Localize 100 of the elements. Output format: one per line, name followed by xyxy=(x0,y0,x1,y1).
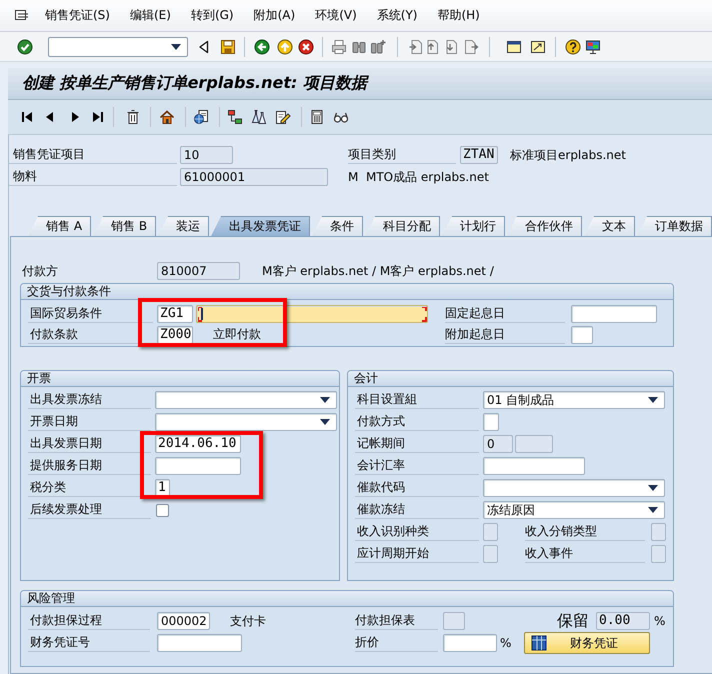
pencil-document-icon[interactable] xyxy=(275,109,291,125)
display-field: 61000001 xyxy=(180,168,328,186)
display-field: 0.00 xyxy=(596,612,650,630)
binoculars-plus-icon[interactable] xyxy=(370,38,386,54)
field-label: 提供服务日期 xyxy=(29,457,102,474)
input-field[interactable] xyxy=(483,457,585,475)
description-text: 标准项目erplabs.net xyxy=(510,146,626,164)
tab[interactable]: 条件 xyxy=(312,216,364,236)
accounting-document-button[interactable]: 财务凭证 xyxy=(524,632,650,654)
input-field[interactable] xyxy=(155,457,241,475)
caret-icon xyxy=(648,507,658,513)
field-label: 应计周期开始 xyxy=(356,545,429,562)
globe-document-icon[interactable] xyxy=(193,109,209,125)
dropdown-field[interactable] xyxy=(155,413,337,431)
field-label: 收入事件 xyxy=(525,545,573,562)
tab[interactable]: 装运 xyxy=(158,216,210,236)
menu-item[interactable]: 编辑(E) xyxy=(120,6,181,26)
menu-item[interactable]: 环境(V) xyxy=(305,6,367,26)
field-label: 国际贸易条件 xyxy=(29,304,102,322)
monitor-icon[interactable] xyxy=(585,38,601,54)
unit-label: % xyxy=(500,636,512,650)
arrow-left-circle-icon[interactable] xyxy=(254,38,270,54)
skip-last-icon[interactable] xyxy=(90,109,106,125)
help-icon[interactable] xyxy=(565,38,581,54)
page-arrow-icon[interactable] xyxy=(425,38,441,54)
command-field[interactable] xyxy=(48,36,188,56)
hierarchy-icon[interactable] xyxy=(227,109,243,125)
group-title: 交货与付款条件 xyxy=(21,284,673,300)
input-field[interactable] xyxy=(571,304,657,322)
dropdown-field[interactable] xyxy=(483,479,665,497)
menu-item[interactable]: 附加(A) xyxy=(244,6,306,26)
flask-icon[interactable] xyxy=(251,109,267,125)
field-label: 付款条款 xyxy=(29,326,78,342)
menu-item[interactable]: 帮助(H) xyxy=(427,6,490,26)
input-field[interactable]: 2014.06.10 xyxy=(155,435,241,453)
group-title: 风险管理 xyxy=(21,591,673,607)
checkbox[interactable] xyxy=(156,504,169,516)
description-text: M MTO成品 erplabs.net xyxy=(348,168,489,186)
unit-label: % xyxy=(654,614,666,628)
field-label: 付款方 xyxy=(22,264,58,278)
dropdown-field[interactable]: 01 自制成品 xyxy=(483,391,665,409)
field-label: 固定起息日 xyxy=(445,304,505,322)
window-icon[interactable] xyxy=(506,38,522,54)
screen-title: 创建 按单生产销售订单erplabs.net: 项目数据 xyxy=(22,73,367,94)
input-field[interactable] xyxy=(571,326,593,344)
window-menu-icon[interactable] xyxy=(15,10,29,22)
display-field xyxy=(651,545,666,563)
tab[interactable]: 出具发票凭证 xyxy=(211,216,310,236)
menu-item[interactable]: 系统(Y) xyxy=(366,6,428,26)
input-field[interactable]: Z000 xyxy=(157,326,193,344)
input-field[interactable] xyxy=(196,304,428,322)
page-arrow-icon[interactable] xyxy=(408,38,424,54)
description-text: M客户 erplabs.net / M客户 erplabs.net / xyxy=(262,262,494,280)
display-field: 10 xyxy=(180,146,233,164)
page-arrow-icon[interactable] xyxy=(463,38,479,54)
field-label: 付款担保表 xyxy=(355,612,415,629)
dropdown-field[interactable]: 冻结原因 xyxy=(483,501,665,519)
check-circle-icon[interactable] xyxy=(17,38,33,54)
display-field: ZTAN xyxy=(460,146,498,164)
tab[interactable]: 文本 xyxy=(584,216,636,236)
group-title: 会计 xyxy=(348,371,673,387)
field-label: 财务凭证号 xyxy=(29,634,90,651)
trash-icon[interactable] xyxy=(125,109,141,125)
input-field[interactable] xyxy=(483,413,499,431)
input-field[interactable] xyxy=(443,634,497,652)
tab[interactable]: 科目分配 xyxy=(365,216,440,236)
field-label: 折价 xyxy=(355,634,379,651)
arrow-up-circle-icon[interactable] xyxy=(277,38,293,54)
field-label: 科目设置組 xyxy=(356,391,417,408)
house-icon[interactable] xyxy=(159,109,175,125)
description-text: 支付卡 xyxy=(230,612,266,630)
field-label: 出具发票冻结 xyxy=(29,391,102,408)
input-field[interactable]: 000002 xyxy=(157,612,210,630)
tab[interactable]: 合作伙伴 xyxy=(507,216,582,236)
tab[interactable]: 订单数据 xyxy=(637,216,712,236)
calculator-icon[interactable] xyxy=(309,109,325,125)
field-label: 付款担保过程 xyxy=(29,612,102,629)
field-label: 催款代码 xyxy=(356,479,405,496)
field-label: 后续发票处理 xyxy=(29,501,102,518)
caret-icon xyxy=(648,485,658,491)
group-title: 开票 xyxy=(21,371,339,387)
skip-first-icon[interactable] xyxy=(19,109,35,125)
page-arrow-icon[interactable] xyxy=(444,38,460,54)
menu-item[interactable]: 销售凭证(S) xyxy=(35,6,120,26)
input-field[interactable]: ZG1 xyxy=(157,304,193,322)
field-label: 物料 xyxy=(13,168,37,185)
tab[interactable]: 计划行 xyxy=(442,216,506,236)
tab[interactable]: 销售 A xyxy=(28,216,92,236)
dropdown-field[interactable] xyxy=(155,391,337,409)
field-label: 付款方式 xyxy=(356,413,405,430)
printer-icon[interactable] xyxy=(331,38,347,54)
field-label: 会计汇率 xyxy=(356,457,405,474)
field-label: 销售凭证项目 xyxy=(13,146,85,163)
menu-item[interactable]: 转到(G) xyxy=(180,6,244,26)
tab[interactable]: 销售 B xyxy=(93,216,156,236)
x-circle-icon[interactable] xyxy=(298,38,314,54)
display-field xyxy=(443,612,465,630)
input-field[interactable] xyxy=(157,634,242,652)
display-field: 810007 xyxy=(157,262,240,280)
caret-icon xyxy=(648,397,658,403)
